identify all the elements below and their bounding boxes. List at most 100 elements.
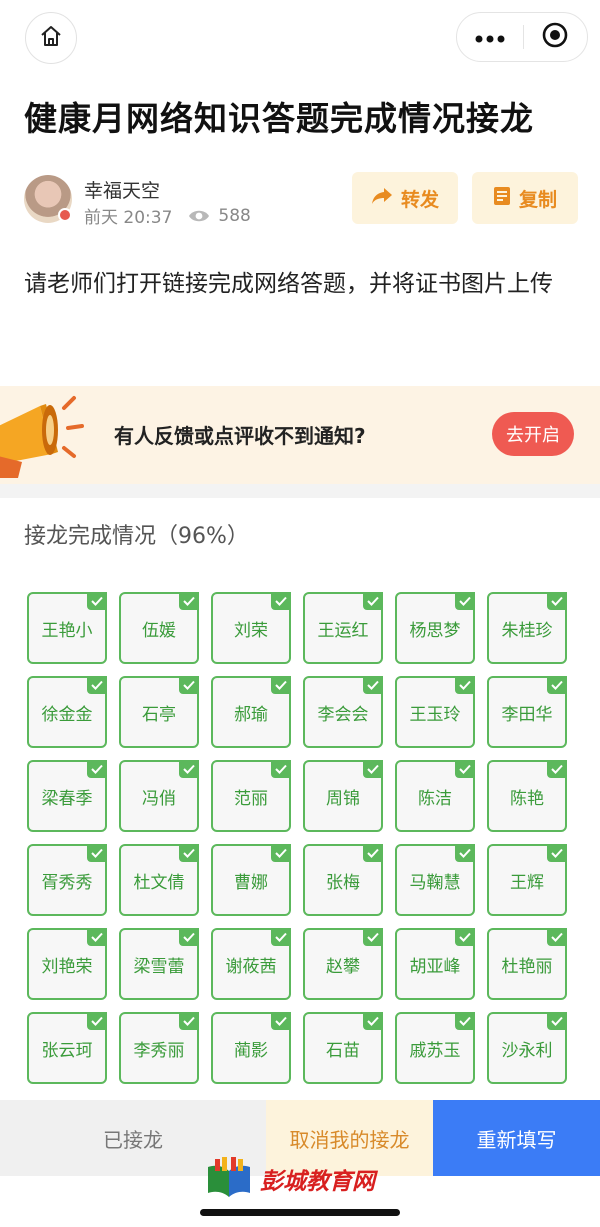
checkmark-icon bbox=[271, 928, 291, 946]
participant-cell[interactable]: 刘荣 bbox=[211, 592, 291, 664]
checkmark-icon bbox=[271, 1012, 291, 1030]
participant-name: 戚苏玉 bbox=[409, 1040, 461, 1061]
megaphone-icon bbox=[0, 392, 90, 478]
copy-label: 复制 bbox=[518, 188, 557, 211]
more-button[interactable] bbox=[457, 13, 523, 61]
checkmark-icon bbox=[87, 676, 107, 694]
checkmark-icon bbox=[179, 592, 199, 610]
checkmark-icon bbox=[87, 844, 107, 862]
participant-name: 谢莜茜 bbox=[225, 956, 277, 977]
participant-cell[interactable]: 杜艳丽 bbox=[487, 928, 567, 1000]
participant-cell[interactable]: 梁雪蕾 bbox=[119, 928, 199, 1000]
checkmark-icon bbox=[363, 760, 383, 778]
participant-name: 李秀丽 bbox=[133, 1040, 185, 1061]
book-logo-icon bbox=[206, 1157, 252, 1201]
participant-name: 杨思梦 bbox=[409, 620, 461, 641]
participant-cell[interactable]: 周锦 bbox=[303, 760, 383, 832]
participant-name: 王辉 bbox=[510, 872, 544, 893]
participant-cell[interactable]: 胡亚峰 bbox=[395, 928, 475, 1000]
participant-name: 陈洁 bbox=[418, 788, 452, 809]
participant-cell[interactable]: 徐金金 bbox=[27, 676, 107, 748]
participant-cell[interactable]: 王玉玲 bbox=[395, 676, 475, 748]
checkmark-icon bbox=[179, 1012, 199, 1030]
checkmark-icon bbox=[363, 676, 383, 694]
participant-name: 杜文倩 bbox=[133, 872, 185, 893]
enable-notification-button[interactable]: 去开启 bbox=[492, 412, 574, 456]
participant-cell[interactable]: 王辉 bbox=[487, 844, 567, 916]
checkmark-icon bbox=[455, 592, 475, 610]
participant-cell[interactable]: 石苗 bbox=[303, 1012, 383, 1084]
participant-cell[interactable]: 杨思梦 bbox=[395, 592, 475, 664]
participant-cell[interactable]: 沙永利 bbox=[487, 1012, 567, 1084]
checkmark-icon bbox=[455, 844, 475, 862]
participant-cell[interactable]: 戚苏玉 bbox=[395, 1012, 475, 1084]
checkmark-icon bbox=[179, 928, 199, 946]
participant-name: 张云珂 bbox=[41, 1040, 93, 1061]
participant-cell[interactable]: 石亭 bbox=[119, 676, 199, 748]
participant-cell[interactable]: 张梅 bbox=[303, 844, 383, 916]
home-indicator[interactable] bbox=[200, 1209, 400, 1216]
participant-cell[interactable]: 李会会 bbox=[303, 676, 383, 748]
page-title: 健康月网络知识答题完成情况接龙 bbox=[24, 99, 534, 138]
close-miniprogram-button[interactable] bbox=[524, 13, 588, 61]
participant-grid: 王艳小 伍媛 刘荣 王运红 杨思梦 朱桂珍徐金金 石亭 郝瑜 李会会 王玉玲 李田华梁春季 冯俏 范丽 周… bbox=[27, 592, 573, 1084]
participant-name: 刘荣 bbox=[234, 620, 268, 641]
participant-name: 胡亚峰 bbox=[409, 956, 461, 977]
participant-name: 伍媛 bbox=[142, 620, 176, 641]
participant-cell[interactable]: 陈艳 bbox=[487, 760, 567, 832]
view-count: 588 bbox=[218, 205, 251, 226]
participant-name: 梁春季 bbox=[41, 788, 93, 809]
participant-cell[interactable]: 张云珂 bbox=[27, 1012, 107, 1084]
participant-name: 蔺影 bbox=[234, 1040, 268, 1061]
participant-name: 杜艳丽 bbox=[501, 956, 553, 977]
more-dots-icon bbox=[475, 28, 505, 47]
participant-cell[interactable]: 赵攀 bbox=[303, 928, 383, 1000]
participant-cell[interactable]: 范丽 bbox=[211, 760, 291, 832]
notification-banner: 有人反馈或点评收不到通知? 去开启 bbox=[0, 386, 600, 484]
participant-name: 赵攀 bbox=[326, 956, 360, 977]
participant-name: 周锦 bbox=[326, 788, 360, 809]
checkmark-icon bbox=[363, 844, 383, 862]
participant-name: 马鞠慧 bbox=[409, 872, 461, 893]
participant-cell[interactable]: 杜文倩 bbox=[119, 844, 199, 916]
participant-cell[interactable]: 郝瑜 bbox=[211, 676, 291, 748]
target-icon bbox=[541, 21, 569, 53]
participant-cell[interactable]: 马鞠慧 bbox=[395, 844, 475, 916]
participant-name: 张梅 bbox=[326, 872, 360, 893]
checkmark-icon bbox=[455, 676, 475, 694]
refill-button[interactable]: 重新填写 bbox=[433, 1100, 600, 1176]
participant-cell[interactable]: 胥秀秀 bbox=[27, 844, 107, 916]
participant-cell[interactable]: 朱桂珍 bbox=[487, 592, 567, 664]
participant-name: 李田华 bbox=[501, 704, 553, 725]
participant-cell[interactable]: 梁春季 bbox=[27, 760, 107, 832]
checkmark-icon bbox=[455, 1012, 475, 1030]
participant-cell[interactable]: 王运红 bbox=[303, 592, 383, 664]
checkmark-icon bbox=[547, 592, 567, 610]
participant-cell[interactable]: 李田华 bbox=[487, 676, 567, 748]
forward-button[interactable]: 转发 bbox=[352, 172, 458, 224]
participant-name: 陈艳 bbox=[510, 788, 544, 809]
forward-label: 转发 bbox=[400, 188, 439, 211]
participant-cell[interactable]: 伍媛 bbox=[119, 592, 199, 664]
checkmark-icon bbox=[547, 760, 567, 778]
participant-cell[interactable]: 刘艳荣 bbox=[27, 928, 107, 1000]
participant-cell[interactable]: 王艳小 bbox=[27, 592, 107, 664]
notice-text: 有人反馈或点评收不到通知? bbox=[114, 424, 366, 448]
copy-button[interactable]: 复制 bbox=[472, 172, 578, 224]
home-button[interactable] bbox=[25, 12, 77, 64]
participant-cell[interactable]: 蔺影 bbox=[211, 1012, 291, 1084]
participant-cell[interactable]: 陈洁 bbox=[395, 760, 475, 832]
participant-name: 王玉玲 bbox=[409, 704, 461, 725]
post-time: 前天 20:37 bbox=[84, 208, 173, 228]
eye-icon bbox=[188, 208, 210, 224]
checkmark-icon bbox=[547, 844, 567, 862]
participant-cell[interactable]: 曹娜 bbox=[211, 844, 291, 916]
checkmark-icon bbox=[271, 844, 291, 862]
post-description: 请老师们打开链接完成网络答题，并将证书图片上传 bbox=[24, 271, 553, 297]
checkmark-icon bbox=[271, 760, 291, 778]
participant-cell[interactable]: 李秀丽 bbox=[119, 1012, 199, 1084]
participant-cell[interactable]: 冯俏 bbox=[119, 760, 199, 832]
author-meta: 前天 20:37 588 bbox=[84, 203, 251, 229]
participant-cell[interactable]: 谢莜茜 bbox=[211, 928, 291, 1000]
participant-name: 胥秀秀 bbox=[41, 872, 93, 893]
